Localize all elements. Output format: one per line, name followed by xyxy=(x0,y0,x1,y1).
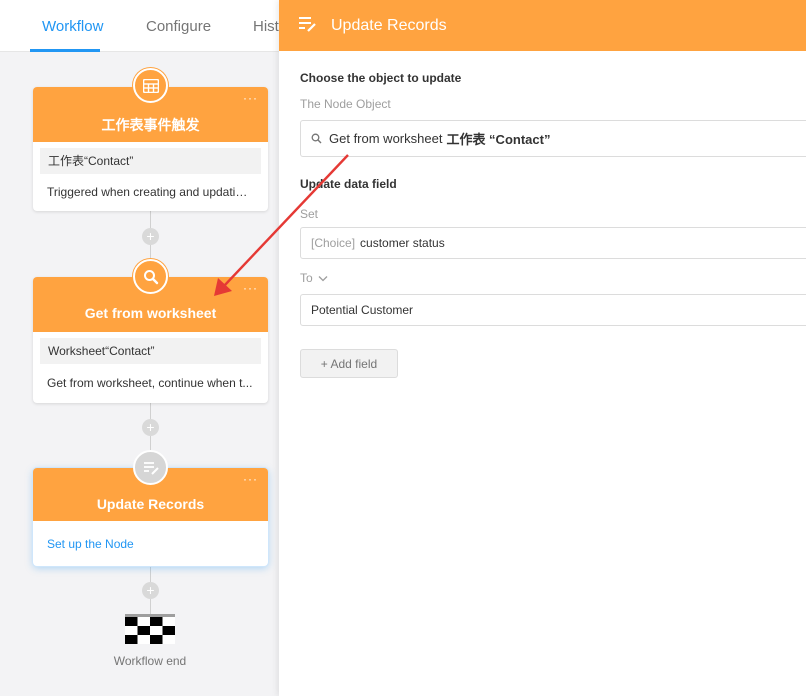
search-icon xyxy=(133,259,168,294)
update-records-panel: Update Records Choose the object to upda… xyxy=(279,0,806,696)
node-object-value: Get from worksheet xyxy=(329,131,443,146)
edit-list-icon xyxy=(133,450,168,485)
choose-object-title: Choose the object to update xyxy=(300,71,462,85)
trigger-node[interactable]: ··· 工作表事件触发 工作表“Contact” Triggered when … xyxy=(33,87,268,211)
tab-configure[interactable]: Configure xyxy=(146,18,211,35)
node-object-label: The Node Object xyxy=(300,97,391,111)
update-data-field-title: Update data field xyxy=(300,177,397,191)
field-type-tag: [Choice] xyxy=(311,236,356,250)
checkered-flag-icon xyxy=(125,614,175,644)
edit-list-icon xyxy=(299,17,316,32)
chevron-down-icon xyxy=(318,275,328,281)
to-label: To xyxy=(300,271,313,285)
node-worksheet-chip: Worksheet“Contact” xyxy=(40,338,261,364)
node-description: Get from worksheet, continue when t... xyxy=(47,376,253,390)
node-description: Triggered when creating and updating... xyxy=(47,185,259,199)
node-object-select[interactable]: Get from worksheet 工作表 “Contact” xyxy=(300,120,806,157)
search-icon xyxy=(311,133,322,144)
node-title: Get from worksheet xyxy=(84,305,217,321)
to-value: Potential Customer xyxy=(311,303,414,317)
workflow-canvas: Workflow Configure Hist ··· 工作表事件触发 工作表“… xyxy=(0,0,280,696)
tab-history[interactable]: Hist xyxy=(253,18,279,35)
workflow-end-label: Workflow end xyxy=(113,654,187,668)
tab-workflow[interactable]: Workflow xyxy=(42,18,103,35)
add-node-button[interactable]: + xyxy=(142,582,159,599)
node-object-sheet: 工作表 “Contact” xyxy=(446,132,551,147)
node-worksheet-chip: 工作表“Contact” xyxy=(40,148,261,174)
more-icon[interactable]: ··· xyxy=(243,91,258,105)
node-title: 工作表事件触发 xyxy=(101,117,200,133)
set-field-value: customer status xyxy=(360,236,445,250)
add-node-button[interactable]: + xyxy=(142,228,159,245)
add-node-button[interactable]: + xyxy=(142,419,159,436)
add-field-button[interactable]: + Add field xyxy=(300,349,398,378)
to-dropdown[interactable]: To xyxy=(300,271,328,285)
panel-title: Update Records xyxy=(331,17,447,34)
panel-header: Update Records xyxy=(279,0,806,51)
more-icon[interactable]: ··· xyxy=(243,472,258,486)
active-tab-indicator xyxy=(30,49,100,52)
get-worksheet-node[interactable]: ··· Get from worksheet Worksheet“Contact… xyxy=(33,277,268,403)
more-icon[interactable]: ··· xyxy=(243,281,258,295)
table-icon xyxy=(133,68,168,103)
set-label: Set xyxy=(300,207,319,221)
node-title: Update Records xyxy=(96,496,205,512)
set-field-select[interactable]: [Choice] customer status xyxy=(300,227,806,259)
setup-node-link[interactable]: Set up the Node xyxy=(33,521,268,551)
tab-bar: Workflow Configure Hist xyxy=(0,0,280,52)
to-value-input[interactable]: Potential Customer xyxy=(300,294,806,326)
